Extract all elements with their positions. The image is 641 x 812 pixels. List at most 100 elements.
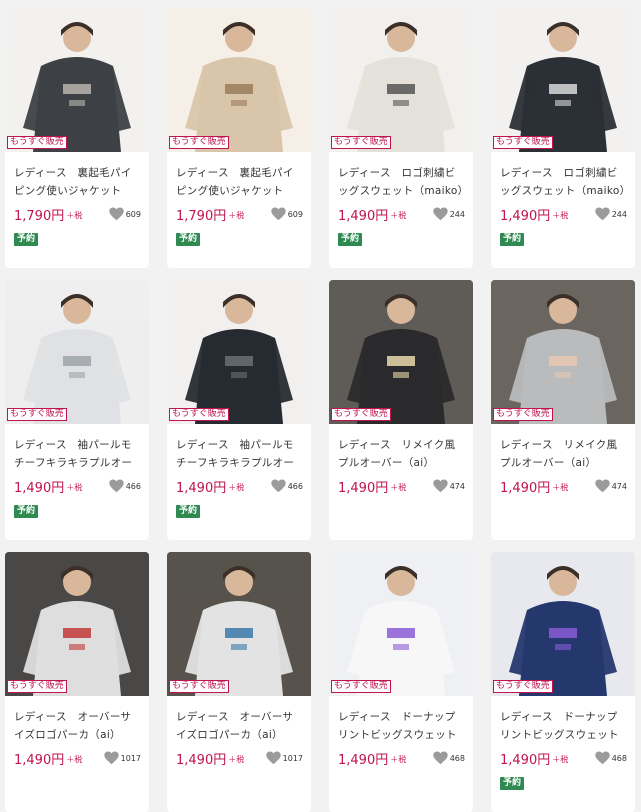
price: 1,490円 [500, 752, 551, 768]
product-title[interactable]: レディース 袖パールモチーフキラキラプルオーバー [14, 436, 141, 472]
product-photo[interactable]: もうすぐ販売 [167, 552, 311, 696]
price-row: 1,490円 ＋税 466 [14, 477, 141, 496]
sweat-photo [329, 8, 473, 152]
product-photo[interactable]: もうすぐ販売 [5, 280, 149, 424]
favorite-count: 609 [125, 209, 141, 219]
coming-soon-label: もうすぐ販売 [331, 136, 391, 149]
product-card[interactable]: もうすぐ販売 レディース オーバーサイズロゴパーカ（ai） 1,490円 ＋税 … [167, 552, 311, 812]
product-title[interactable]: レディース オーバーサイズロゴパーカ（ai） [176, 708, 303, 744]
favorite-button[interactable]: 609 [109, 207, 141, 221]
product-title[interactable]: レディース 裏起毛パイピング使いジャケット（ai） [176, 164, 303, 200]
favorite-count: 1017 [120, 753, 141, 763]
favorite-count: 466 [287, 481, 303, 491]
product-photo[interactable]: もうすぐ販売 [5, 552, 149, 696]
price-row: 1,490円 ＋税 474 [500, 477, 627, 496]
coming-soon-label: もうすぐ販売 [7, 680, 67, 693]
favorite-count: 244 [611, 209, 627, 219]
price-row: 1,790円 ＋税 609 [14, 205, 141, 224]
tax-label: ＋税 [228, 483, 245, 492]
price-row: 1,490円 ＋税 468 [338, 749, 465, 768]
product-photo[interactable]: もうすぐ販売 [167, 280, 311, 424]
tax-label: ＋税 [552, 483, 569, 492]
product-photo[interactable]: もうすぐ販売 [491, 552, 635, 696]
favorite-button[interactable]: 244 [433, 207, 465, 221]
product-photo[interactable]: もうすぐ販売 [329, 280, 473, 424]
product-card[interactable]: もうすぐ販売 レディース 袖パールモチーフキラキラプルオーバー 1,490円 ＋… [167, 280, 311, 540]
knit-photo [167, 280, 311, 424]
product-title[interactable]: レディース ドーナップリントビッグスウェット [500, 708, 627, 744]
favorite-button[interactable]: 609 [271, 207, 303, 221]
hoodie-photo [167, 552, 311, 696]
reservation-badge: 予約 [338, 233, 363, 246]
product-grid: もうすぐ販売 レディース 裏起毛パイピング使いジャケット（ai） 1,790円 … [0, 0, 641, 812]
tax-label: ＋税 [390, 211, 407, 220]
jacket-photo [5, 8, 149, 152]
favorite-button[interactable]: 466 [109, 479, 141, 493]
favorite-count: 468 [611, 753, 627, 763]
product-title[interactable]: レディース 裏起毛パイピング使いジャケット（ai） [14, 164, 141, 200]
heart-icon [265, 751, 281, 765]
coming-soon-label: もうすぐ販売 [169, 136, 229, 149]
favorite-button[interactable]: 244 [595, 207, 627, 221]
heart-icon [433, 479, 448, 493]
product-photo[interactable]: もうすぐ販売 [5, 8, 149, 152]
product-title[interactable]: レディース 袖パールモチーフキラキラプルオーバー [176, 436, 303, 472]
product-card[interactable]: もうすぐ販売 レディース リメイク風プルオーバー（ai） 1,490円 ＋税 4… [491, 280, 635, 540]
reservation-badge: 予約 [500, 777, 525, 790]
product-card[interactable]: もうすぐ販売 レディース ドーナップリントビッグスウェット 1,490円 ＋税 … [329, 552, 473, 812]
product-photo[interactable]: もうすぐ販売 [167, 8, 311, 152]
tax-label: ＋税 [66, 211, 83, 220]
heart-icon [595, 479, 610, 493]
product-title[interactable]: レディース オーバーサイズロゴパーカ（ai） [14, 708, 141, 744]
product-card[interactable]: もうすぐ販売 レディース 裏起毛パイピング使いジャケット（ai） 1,790円 … [5, 8, 149, 268]
donut-sweat-photo [329, 552, 473, 696]
favorite-count: 1017 [282, 753, 303, 763]
product-card[interactable]: もうすぐ販売 レディース ロゴ刺繍ビッグスウェット（maiko） 1,490円 … [491, 8, 635, 268]
product-card[interactable]: もうすぐ販売 レディース ロゴ刺繍ビッグスウェット（maiko） 1,490円 … [329, 8, 473, 268]
price: 1,790円 [14, 208, 65, 224]
coming-soon-label: もうすぐ販売 [169, 680, 229, 693]
favorite-button[interactable]: 1017 [103, 751, 141, 765]
product-title[interactable]: レディース リメイク風プルオーバー（ai） [500, 436, 627, 472]
product-photo[interactable]: もうすぐ販売 [491, 280, 635, 424]
product-title[interactable]: レディース リメイク風プルオーバー（ai） [338, 436, 465, 472]
heart-icon [271, 479, 286, 493]
product-title[interactable]: レディース ドーナップリントビッグスウェット [338, 708, 465, 744]
heart-icon [103, 751, 119, 765]
product-title[interactable]: レディース ロゴ刺繍ビッグスウェット（maiko） [338, 164, 465, 200]
product-card[interactable]: もうすぐ販売 レディース リメイク風プルオーバー（ai） 1,490円 ＋税 4… [329, 280, 473, 540]
favorite-button[interactable]: 474 [433, 479, 465, 493]
favorite-button[interactable]: 474 [595, 479, 627, 493]
price: 1,490円 [338, 480, 389, 496]
heart-icon [271, 207, 286, 221]
product-photo[interactable]: もうすぐ販売 [329, 8, 473, 152]
tax-label: ＋税 [390, 483, 407, 492]
price-row: 1,490円 ＋税 244 [500, 205, 627, 224]
heart-icon [433, 751, 448, 765]
price: 1,490円 [14, 480, 65, 496]
product-card[interactable]: もうすぐ販売 レディース 裏起毛パイピング使いジャケット（ai） 1,790円 … [167, 8, 311, 268]
hoodie-photo [5, 552, 149, 696]
tax-label: ＋税 [66, 755, 83, 764]
favorite-button[interactable]: 1017 [265, 751, 303, 765]
favorite-button[interactable]: 468 [433, 751, 465, 765]
favorite-button[interactable]: 466 [271, 479, 303, 493]
tax-label: ＋税 [66, 483, 83, 492]
heart-icon [433, 207, 448, 221]
tax-label: ＋税 [390, 755, 407, 764]
product-card[interactable]: もうすぐ販売 レディース ドーナップリントビッグスウェット 1,490円 ＋税 … [491, 552, 635, 812]
coming-soon-label: もうすぐ販売 [493, 136, 553, 149]
product-card[interactable]: もうすぐ販売 レディース 袖パールモチーフキラキラプルオーバー 1,490円 ＋… [5, 280, 149, 540]
product-card[interactable]: もうすぐ販売 レディース オーバーサイズロゴパーカ（ai） 1,490円 ＋税 … [5, 552, 149, 812]
product-photo[interactable]: もうすぐ販売 [329, 552, 473, 696]
favorite-button[interactable]: 468 [595, 751, 627, 765]
price: 1,490円 [338, 752, 389, 768]
jacket-photo [167, 8, 311, 152]
coming-soon-label: もうすぐ販売 [493, 408, 553, 421]
product-photo[interactable]: もうすぐ販売 [491, 8, 635, 152]
favorite-count: 474 [611, 481, 627, 491]
favorite-count: 244 [449, 209, 465, 219]
product-title[interactable]: レディース ロゴ刺繍ビッグスウェット（maiko） [500, 164, 627, 200]
coming-soon-label: もうすぐ販売 [331, 408, 391, 421]
tax-label: ＋税 [552, 755, 569, 764]
